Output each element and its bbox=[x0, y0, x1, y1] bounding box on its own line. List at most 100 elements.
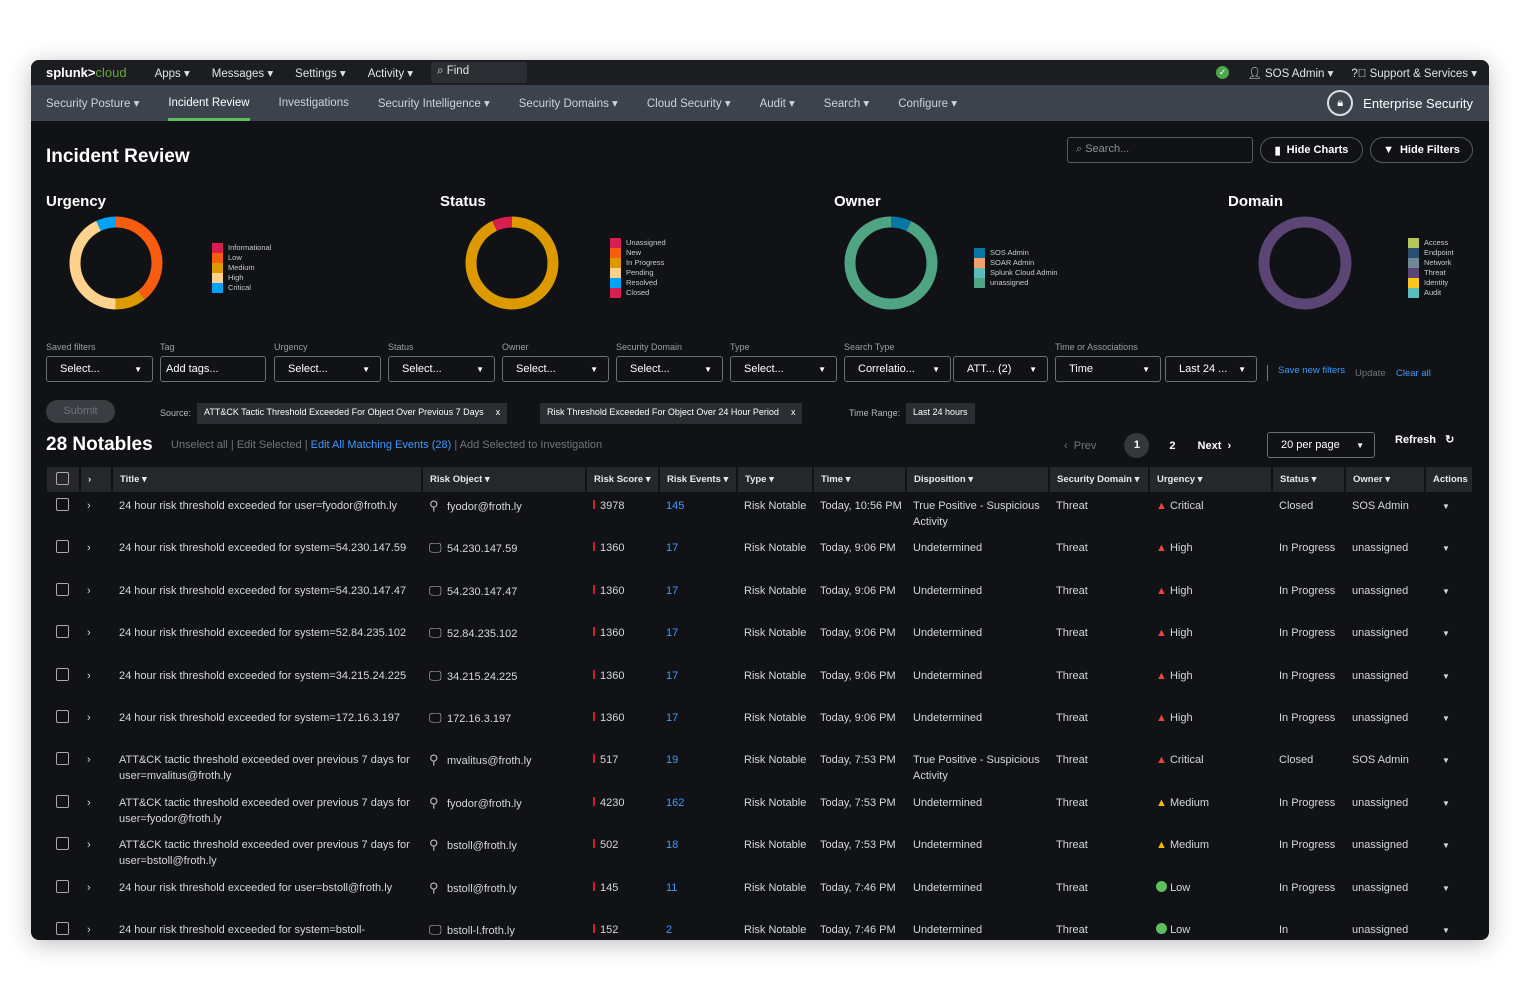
actions-dropdown-icon[interactable]: ▼ bbox=[1442, 841, 1450, 850]
find-input[interactable]: ⌕ Find bbox=[431, 62, 528, 83]
row-checkbox[interactable] bbox=[56, 667, 69, 681]
risk-events-link[interactable]: 2 bbox=[666, 924, 672, 936]
actions-cell[interactable]: ▼ bbox=[1425, 831, 1473, 873]
risk-events-link[interactable]: 17 bbox=[666, 585, 678, 597]
risk-events-link[interactable]: 17 bbox=[666, 712, 678, 724]
add-to-investigation-link[interactable]: Add Selected to Investigation bbox=[460, 439, 602, 451]
actions-cell[interactable]: ▼ bbox=[1425, 577, 1473, 619]
risk-events-link[interactable]: 17 bbox=[666, 627, 678, 639]
legend-item[interactable]: Endpoint bbox=[1408, 248, 1454, 258]
legend-item[interactable]: Audit bbox=[1408, 288, 1454, 298]
select-cell[interactable] bbox=[47, 619, 80, 661]
legend-item[interactable]: Unassigned bbox=[610, 238, 666, 248]
legend-item[interactable]: Splunk Cloud Admin bbox=[974, 268, 1058, 278]
actions-dropdown-icon[interactable]: ▼ bbox=[1442, 629, 1450, 638]
table-row[interactable]: › 24 hour risk threshold exceeded for sys… bbox=[47, 619, 1473, 661]
column-header[interactable]: Security Domain ▾ bbox=[1049, 467, 1150, 492]
risk-events-link[interactable]: 17 bbox=[666, 670, 678, 682]
legend-item[interactable]: Medium bbox=[212, 263, 271, 273]
actions-dropdown-icon[interactable]: ▼ bbox=[1442, 587, 1450, 596]
row-checkbox[interactable] bbox=[56, 625, 69, 639]
donut-slice-unassigned[interactable] bbox=[844, 216, 938, 310]
select-cell[interactable] bbox=[47, 746, 80, 788]
edit-all-link[interactable]: Edit All Matching Events (28) bbox=[311, 439, 452, 451]
nav-item[interactable]: Configure ▾ bbox=[898, 85, 957, 121]
menu-settings[interactable]: Settings ▾ bbox=[295, 66, 346, 80]
risk-object[interactable]: bstoll@froth.ly bbox=[447, 883, 517, 895]
risk-object[interactable]: fyodor@froth.ly bbox=[447, 501, 522, 513]
risk-object[interactable]: bstoll@froth.ly bbox=[447, 840, 517, 852]
actions-dropdown-icon[interactable]: ▼ bbox=[1442, 926, 1450, 935]
refresh-button[interactable]: Refresh ↻ bbox=[1395, 433, 1454, 447]
page-2[interactable]: 2 bbox=[1169, 440, 1175, 452]
legend-item[interactable]: SOAR Admin bbox=[974, 258, 1058, 268]
expand-cell[interactable]: › bbox=[80, 534, 112, 576]
legend-item[interactable]: Access bbox=[1408, 238, 1454, 248]
table-row[interactable]: › 24 hour risk threshold exceeded for sys… bbox=[47, 577, 1473, 619]
risk-object[interactable]: bstoll-l.froth.ly bbox=[447, 925, 515, 937]
select-cell[interactable] bbox=[47, 662, 80, 704]
save-filters-link[interactable]: Save new filters bbox=[1267, 365, 1345, 381]
legend-item[interactable]: Threat bbox=[1408, 268, 1454, 278]
expand-icon[interactable]: › bbox=[87, 712, 91, 724]
row-checkbox[interactable] bbox=[56, 752, 69, 766]
expand-icon[interactable]: › bbox=[87, 797, 91, 809]
column-header[interactable]: Type ▾ bbox=[737, 467, 814, 492]
select-all-checkbox[interactable] bbox=[47, 467, 81, 492]
unselect-all-link[interactable]: Unselect all bbox=[171, 439, 228, 451]
expand-cell[interactable]: › bbox=[80, 577, 112, 619]
actions-dropdown-icon[interactable]: ▼ bbox=[1442, 544, 1450, 553]
actions-cell[interactable]: ▼ bbox=[1425, 492, 1473, 534]
select-cell[interactable] bbox=[47, 492, 80, 534]
legend-item[interactable]: New bbox=[610, 248, 666, 258]
menu-apps[interactable]: Apps ▾ bbox=[155, 66, 190, 80]
actions-dropdown-icon[interactable]: ▼ bbox=[1442, 756, 1450, 765]
menu-messages[interactable]: Messages ▾ bbox=[212, 66, 273, 80]
actions-cell[interactable]: ▼ bbox=[1425, 619, 1473, 661]
nav-item[interactable]: Incident Review bbox=[168, 85, 250, 121]
actions-cell[interactable]: ▼ bbox=[1425, 789, 1473, 831]
health-ok-icon[interactable]: ✓ bbox=[1216, 66, 1230, 79]
column-header[interactable]: Risk Object ▾ bbox=[422, 467, 587, 492]
table-row[interactable]: › 24 hour risk threshold exceeded for sys… bbox=[47, 916, 1473, 940]
filter-select[interactable]: Select... ▼ bbox=[502, 356, 609, 382]
legend-item[interactable]: Pending bbox=[610, 268, 666, 278]
nav-item[interactable]: Security Intelligence ▾ bbox=[378, 85, 490, 121]
remove-icon[interactable]: x bbox=[496, 407, 501, 420]
filter-select[interactable]: Select... ▼ bbox=[46, 356, 153, 382]
table-row[interactable]: › ATT&CK tactic threshold exceeded over p… bbox=[47, 746, 1473, 788]
filter-select[interactable]: Select... ▼ bbox=[730, 356, 837, 382]
expand-icon[interactable]: › bbox=[87, 670, 91, 682]
actions-cell[interactable]: ▼ bbox=[1425, 662, 1473, 704]
select-cell[interactable] bbox=[47, 916, 80, 940]
actions-cell[interactable]: ▼ bbox=[1425, 916, 1473, 940]
menu-activity[interactable]: Activity ▾ bbox=[368, 66, 413, 80]
table-row[interactable]: › 24 hour risk threshold exceeded for sys… bbox=[47, 704, 1473, 746]
expand-icon[interactable]: › bbox=[87, 839, 91, 851]
column-header[interactable]: Status ▾ bbox=[1272, 467, 1346, 492]
row-checkbox[interactable] bbox=[56, 498, 69, 511]
submit-button[interactable]: Submit bbox=[46, 400, 115, 423]
filter-select[interactable]: Select... ▼ bbox=[616, 356, 723, 382]
risk-object[interactable]: 34.215.24.225 bbox=[447, 671, 517, 683]
actions-cell[interactable]: ▼ bbox=[1425, 704, 1473, 746]
select-cell[interactable] bbox=[47, 704, 80, 746]
table-row[interactable]: › 24 hour risk threshold exceeded for use… bbox=[47, 492, 1473, 534]
expand-cell[interactable]: › bbox=[80, 789, 112, 831]
legend-item[interactable]: High bbox=[212, 273, 271, 283]
row-checkbox[interactable] bbox=[56, 879, 69, 893]
expand-all-button[interactable]: › bbox=[80, 467, 113, 492]
risk-object[interactable]: mvalitus@froth.ly bbox=[447, 755, 532, 767]
nav-item[interactable]: Security Posture ▾ bbox=[46, 85, 139, 121]
select-cell[interactable] bbox=[47, 577, 80, 619]
expand-icon[interactable]: › bbox=[87, 627, 91, 639]
select-cell[interactable] bbox=[47, 789, 80, 831]
expand-cell[interactable]: › bbox=[80, 492, 112, 534]
expand-icon[interactable]: › bbox=[87, 924, 91, 936]
legend-item[interactable]: Low bbox=[212, 253, 271, 263]
column-header[interactable]: Owner ▾ bbox=[1345, 467, 1426, 492]
remove-icon[interactable]: x bbox=[791, 407, 796, 420]
hide-filters-button[interactable]: ▼ Hide Filters bbox=[1370, 137, 1473, 163]
risk-object[interactable]: fyodor@froth.ly bbox=[447, 798, 522, 810]
legend-item[interactable]: SOS Admin bbox=[974, 248, 1058, 258]
